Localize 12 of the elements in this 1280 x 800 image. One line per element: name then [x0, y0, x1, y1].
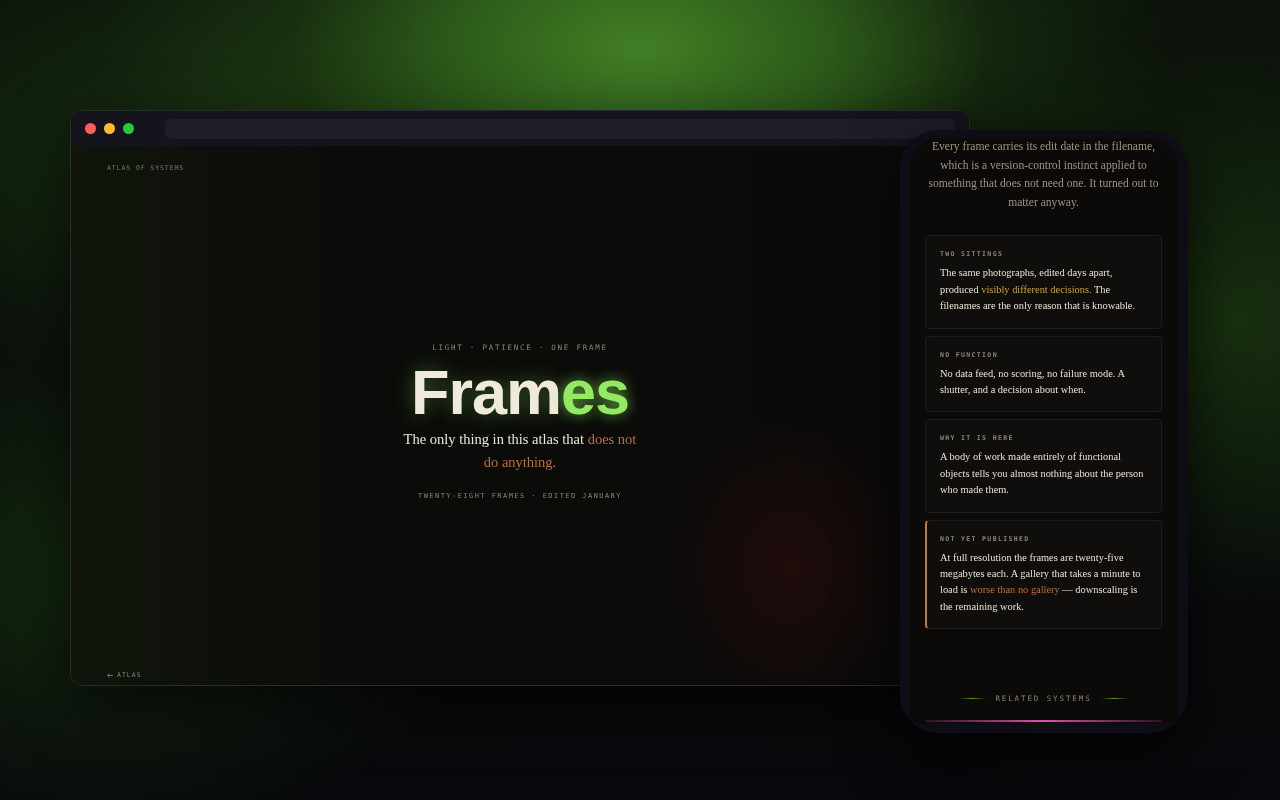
- intro-paragraph: Every frame carries its edit date in the filename, which is a version-control instinct applied to something that does not need one. It turned out to matter anyway.: [927, 139, 1160, 211]
- card-body: A body of work made entirely of functional objects tells you almost nothing about the person who made them.: [940, 450, 1145, 498]
- hero-subtitle: The only thing in this atlas that does not do anything.: [402, 430, 638, 472]
- hero-title: Frames: [410, 360, 630, 424]
- close-button[interactable]: [85, 123, 96, 134]
- card-body: The same photographs, edited days apart, produced visibly different decisions. The filenames are the only reason that is knowable.: [940, 266, 1137, 314]
- back-arrow-icon: [107, 672, 113, 678]
- maximize-button[interactable]: [123, 123, 134, 134]
- card-body: No data feed, no scoring, no failure mode. A shutter, and a decision about when.: [940, 366, 1126, 397]
- card-body: At full resolution the frames are twenty-five megabytes each. A gallery that takes a minute to load is worse than no gallery — downscaling is the remaining work.: [940, 550, 1142, 614]
- address-field[interactable]: [165, 118, 955, 139]
- minimize-button[interactable]: [104, 123, 115, 134]
